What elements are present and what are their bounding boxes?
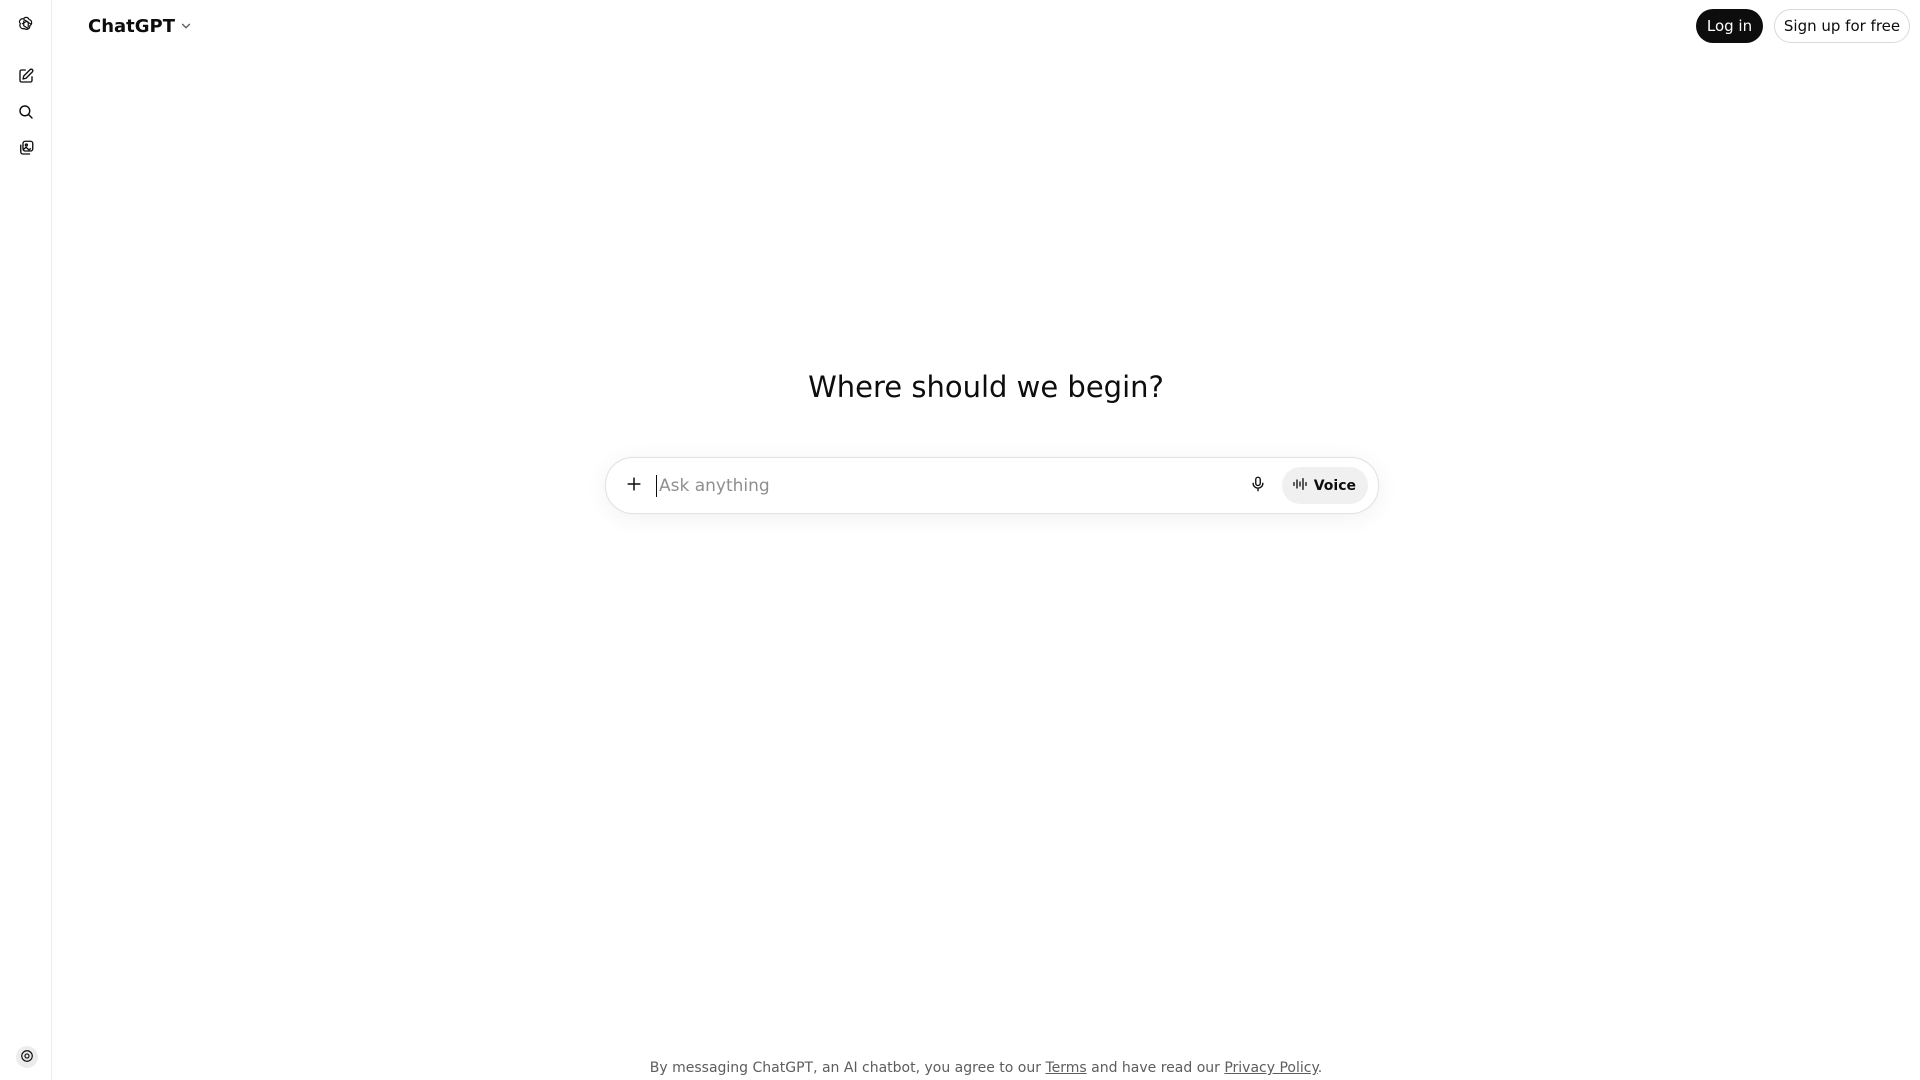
model-label: ChatGPT	[88, 15, 176, 37]
legal-footer: By messaging ChatGPT, an AI chatbot, you…	[52, 1060, 1920, 1076]
privacy-policy-link[interactable]: Privacy Policy	[1224, 1060, 1317, 1076]
new-chat-button[interactable]	[10, 62, 42, 94]
login-button[interactable]: Log in	[1696, 9, 1763, 43]
footer-suffix: .	[1317, 1060, 1323, 1076]
sidebar	[0, 0, 52, 1080]
microphone-icon	[1249, 475, 1267, 497]
model-selector[interactable]: ChatGPT	[84, 10, 199, 42]
library-button[interactable]	[10, 134, 42, 166]
openai-logo-icon	[17, 15, 35, 37]
voice-waveform-icon	[1292, 476, 1308, 496]
terms-link[interactable]: Terms	[1045, 1060, 1086, 1076]
openai-logo-button[interactable]	[10, 10, 42, 42]
search-icon	[17, 103, 35, 125]
attach-button[interactable]	[616, 468, 652, 504]
voice-mode-button[interactable]: Voice	[1281, 467, 1368, 504]
plus-icon	[624, 474, 644, 498]
library-icon	[17, 139, 35, 161]
signup-button[interactable]: Sign up for free	[1774, 9, 1910, 43]
voice-label: Voice	[1313, 477, 1356, 494]
footer-prefix: By messaging ChatGPT, an AI chatbot, you…	[649, 1060, 1041, 1076]
top-bar: ChatGPT Log in Sign up for free	[52, 0, 1920, 52]
search-chats-button[interactable]	[10, 98, 42, 130]
dictate-button[interactable]	[1240, 468, 1276, 504]
chevron-down-icon	[179, 16, 193, 37]
new-chat-icon	[17, 67, 35, 89]
footer-middle: and have read our	[1091, 1060, 1220, 1076]
help-icon	[20, 1048, 34, 1067]
page-title: Where should we begin?	[808, 370, 1164, 404]
prompt-composer: Voice	[605, 457, 1379, 514]
prompt-input[interactable]	[656, 474, 1240, 497]
help-button[interactable]	[16, 1046, 38, 1068]
